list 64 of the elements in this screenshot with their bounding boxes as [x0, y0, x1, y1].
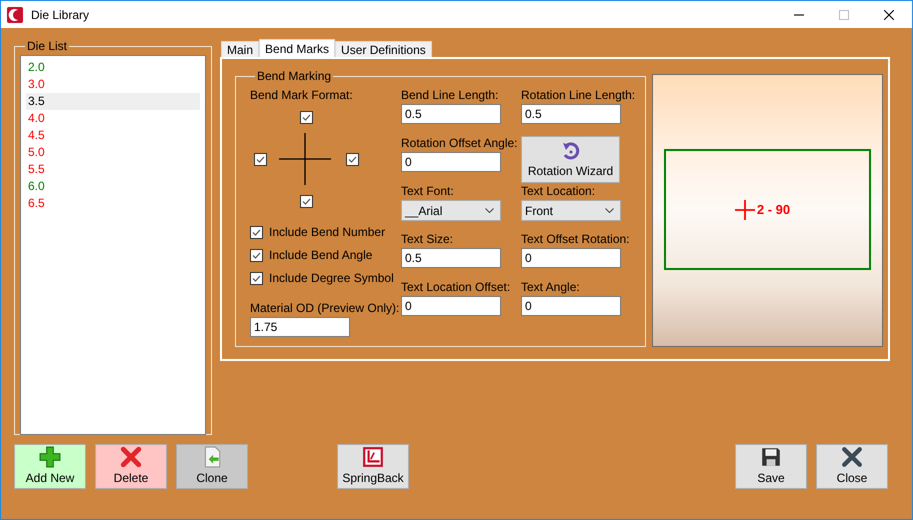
checkbox[interactable]	[250, 272, 263, 284]
field-label: Text Offset Rotation:	[521, 231, 630, 248]
dropdown[interactable]: Front	[521, 200, 621, 221]
close-icon[interactable]	[884, 10, 894, 20]
window-title: Die Library	[31, 8, 90, 22]
plus-icon	[39, 446, 61, 468]
chevron-down-icon	[485, 208, 494, 213]
group-title: Die List	[26, 39, 68, 53]
input-field[interactable]: 0	[401, 152, 501, 172]
clone-button[interactable]: Clone	[176, 444, 248, 489]
input-field[interactable]: 0	[521, 248, 621, 268]
rotation-wizard-button[interactable]: Rotation Wizard	[521, 136, 620, 183]
save-button[interactable]: Save	[735, 444, 807, 489]
x-icon	[841, 446, 863, 468]
input-field[interactable]: 1.75	[250, 317, 350, 337]
field-label: Text Size:	[401, 231, 454, 248]
field-label: Text Location:	[521, 183, 596, 200]
delete-button[interactable]: Delete	[95, 444, 167, 489]
input-field[interactable]: 0.5	[401, 104, 501, 124]
input-field[interactable]: 0.5	[521, 104, 621, 124]
field-label: Text Font:	[401, 183, 455, 200]
chevron-down-icon	[605, 208, 614, 213]
field-label: Rotation Offset Angle:	[401, 135, 519, 152]
checkbox[interactable]	[254, 152, 266, 166]
checkbox-label: Include Bend Angle	[269, 248, 372, 262]
die-list-item[interactable]: 5.5	[26, 161, 200, 178]
group-title: Bend Marking	[256, 69, 332, 83]
checkbox[interactable]	[300, 194, 312, 208]
bend-mark-text: 2 - 90	[756, 202, 790, 217]
app-logo-icon	[7, 6, 23, 22]
input-field[interactable]: 0.5	[401, 248, 501, 268]
checkbox[interactable]	[250, 226, 263, 238]
die-list-item[interactable]: 2.0	[26, 59, 200, 76]
add-button[interactable]: Add New	[14, 444, 86, 489]
die-list-item[interactable]: 6.0	[26, 178, 200, 195]
tab[interactable]: User Definitions	[335, 41, 432, 57]
input-field[interactable]: 0	[401, 296, 501, 316]
die-list-item[interactable]: 5.0	[26, 144, 200, 161]
checkbox-label: Include Degree Symbol	[269, 271, 394, 285]
die-list-item[interactable]: 3.5	[26, 93, 200, 110]
x-icon	[120, 446, 142, 468]
checkbox[interactable]	[250, 248, 263, 262]
checkbox[interactable]	[346, 152, 358, 166]
die-list-item[interactable]: 4.0	[26, 110, 200, 127]
cross-icon	[279, 133, 331, 185]
die-listbox[interactable]: 2.0 3.0 3.5 4.0 4.5 5.0 5.5 6.0 6.5	[20, 55, 206, 435]
dropdown[interactable]: __Arial	[401, 200, 501, 221]
springback-logo-icon	[362, 446, 384, 468]
rotate-icon	[560, 141, 580, 161]
cross-icon	[734, 200, 755, 220]
checkbox-label: Include Bend Number	[269, 225, 386, 239]
tab[interactable]: Bend Marks	[259, 39, 336, 58]
close-button[interactable]: Close	[816, 444, 888, 489]
field-label: Bend Line Length:	[401, 87, 500, 104]
tab[interactable]: Main	[221, 41, 260, 57]
field-label: Text Location Offset:	[401, 279, 512, 296]
springback-button[interactable]: SpringBack	[337, 444, 409, 489]
checkbox[interactable]	[300, 110, 312, 124]
input-field[interactable]: 0	[521, 296, 621, 316]
field-label: Text Angle:	[521, 279, 581, 296]
field-label: Bend Mark Format:	[250, 87, 354, 104]
die-list-item[interactable]: 3.0	[26, 76, 200, 93]
die-list-item[interactable]: 6.5	[26, 195, 200, 212]
die-list-item[interactable]: 4.5	[26, 127, 200, 144]
